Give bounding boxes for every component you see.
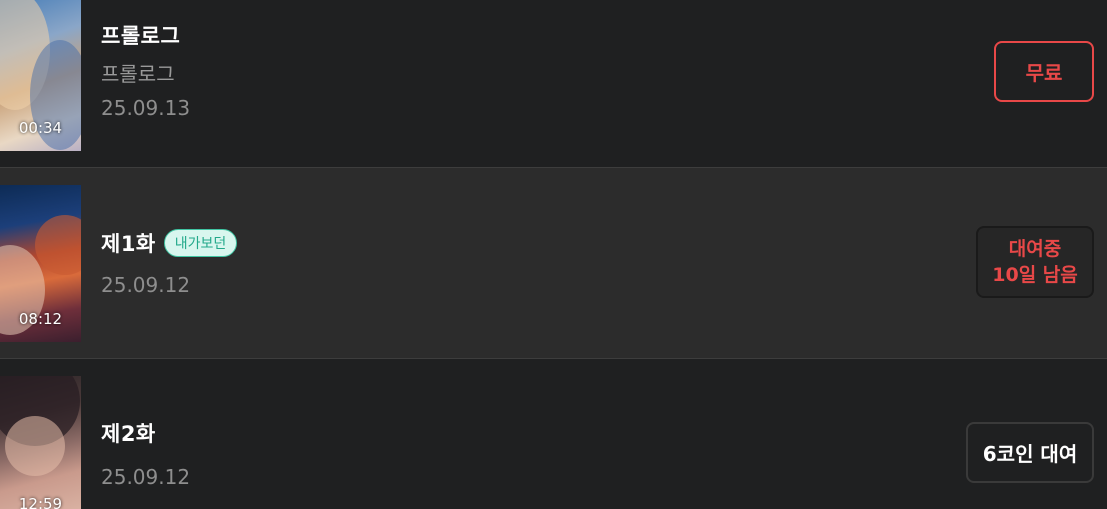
title-line: 제1화 내가보던: [101, 228, 238, 258]
title-line: 제2화: [101, 418, 190, 448]
episode-subtitle: 프롤로그: [101, 62, 175, 86]
episode-thumbnail[interactable]: 08:12: [0, 185, 81, 342]
episode-info: 제1화 내가보던 25.09.12: [101, 228, 238, 297]
rented-status-label: 대여중: [1008, 238, 1062, 260]
last-watched-badge: 내가보던: [163, 229, 238, 257]
rented-status-button[interactable]: 대여중 10일 남음: [976, 226, 1094, 298]
episode-date: 25.09.12: [101, 465, 191, 489]
title-line: 프롤로그: [101, 20, 190, 50]
free-view-label: 무료: [1025, 61, 1063, 85]
episode-title: 프롤로그: [101, 24, 181, 48]
free-view-button[interactable]: 무료: [994, 41, 1094, 102]
rent-label: 6코인 대여: [982, 442, 1078, 466]
episode-date: 25.09.13: [101, 96, 191, 120]
episode-info: 제2화 25.09.12: [101, 418, 190, 489]
video-duration: 08:12: [18, 310, 63, 328]
video-duration: 00:34: [18, 119, 63, 137]
episode-date: 25.09.12: [101, 273, 191, 297]
video-duration: 12:59: [18, 495, 63, 509]
episode-title: 제2화: [101, 422, 156, 446]
episode-list: 00:34 프롤로그 프롤로그 25.09.13 무료 08:12 제1화 내가…: [0, 0, 1107, 509]
episode-thumbnail[interactable]: 12:59: [0, 376, 81, 509]
episode-row[interactable]: 00:34 프롤로그 프롤로그 25.09.13 무료: [0, 0, 1107, 167]
thumbnail-art: [35, 215, 81, 275]
episode-row[interactable]: 08:12 제1화 내가보던 25.09.12 대여중 10일 남음: [0, 168, 1107, 358]
episode-thumbnail[interactable]: 00:34: [0, 0, 81, 151]
rental-remaining-label: 10일 남음: [992, 264, 1078, 286]
episode-info: 프롤로그 프롤로그 25.09.13: [101, 20, 190, 120]
episode-title: 제1화: [101, 232, 156, 256]
rent-button[interactable]: 6코인 대여: [966, 422, 1094, 483]
episode-row[interactable]: 12:59 제2화 25.09.12 6코인 대여: [0, 359, 1107, 509]
thumbnail-art: [5, 416, 65, 476]
